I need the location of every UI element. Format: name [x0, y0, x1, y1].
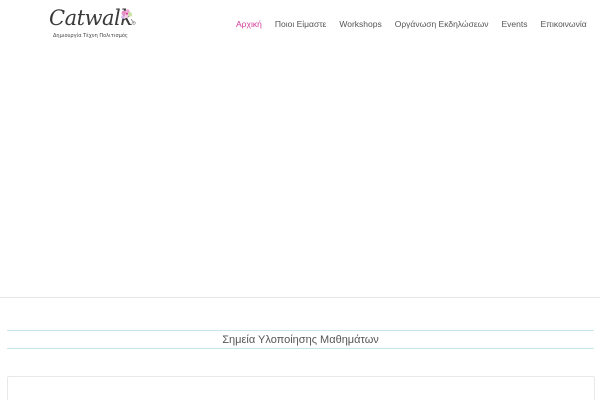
flower-logo-icon [121, 9, 136, 25]
logo-tagline: Δημιουργία Τέχνη Πολιτισμός [53, 33, 128, 39]
nav-item-home[interactable]: Αρχική [236, 18, 262, 30]
hero-area [0, 48, 600, 297]
nav-item-contact[interactable]: Επικοινωνία [541, 18, 587, 30]
main-nav: Αρχική Ποιοι Είμαστε Workshops Οργάνωση … [236, 17, 587, 31]
content-card [7, 376, 595, 400]
page: Catwalk Δημιουργία Τέχνη Πολιτισμός Αρχι… [0, 0, 600, 400]
section-title: Σημεία Υλοποίησης Μαθημάτων [222, 333, 379, 346]
nav-item-workshops[interactable]: Workshops [339, 18, 381, 30]
nav-item-event-planning[interactable]: Οργάνωση Εκδηλώσεων [395, 18, 489, 30]
section-divider [0, 297, 600, 298]
nav-item-about[interactable]: Ποιοι Είμαστε [275, 18, 327, 30]
site-logo[interactable]: Catwalk Δημιουργία Τέχνη Πολιτισμός [47, 6, 137, 42]
site-header: Catwalk Δημιουργία Τέχνη Πολιτισμός Αρχι… [0, 0, 600, 48]
nav-item-events[interactable]: Events [502, 18, 528, 30]
section-heading-bar: Σημεία Υλοποίησης Μαθημάτων [7, 330, 594, 349]
